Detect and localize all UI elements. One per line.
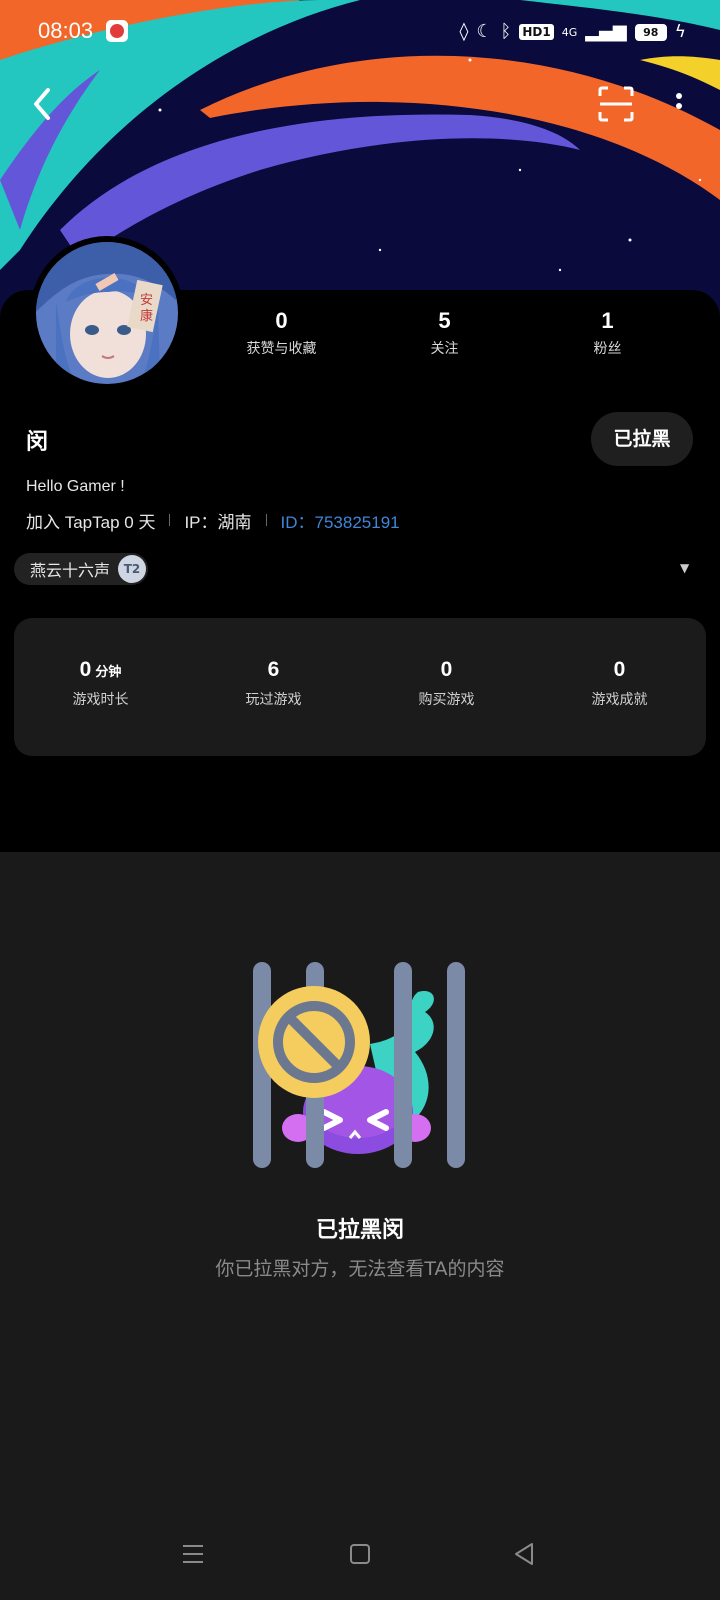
level-badge-icon: T2 (118, 555, 147, 583)
chevron-left-icon (34, 88, 50, 120)
blocked-description: 你已拉黑对方，无法查看TA的内容 (215, 1258, 505, 1280)
status-icons: ◊ ☾ ᛒ HD1 4G ▂▄▆ 98 ϟ (460, 20, 687, 44)
divider (265, 514, 267, 526)
stat-value: 1 (601, 308, 614, 333)
status-bar: 08:03 ◊ ☾ ᛒ HD1 4G ▂▄▆ 98 ϟ (0, 0, 720, 64)
game-stat-value: 0 (79, 658, 92, 681)
game-stat-achievements[interactable]: 0 游戏成就 (533, 618, 706, 756)
ip-location: IP：湖南 (184, 512, 252, 532)
stat-label: 粉丝 (593, 341, 622, 357)
more-button[interactable] (664, 84, 694, 124)
stat-value: 0 (275, 308, 288, 333)
stat-following[interactable]: 5 关注 (363, 308, 526, 358)
home-icon[interactable] (350, 1544, 370, 1564)
battery-indicator: 98 (634, 23, 667, 41)
signal-icon: ▂▄▆ (585, 21, 627, 42)
blocked-button[interactable]: 已拉黑 (591, 412, 693, 466)
stat-likes[interactable]: 0 获赞与收藏 (200, 308, 363, 358)
game-stat-played[interactable]: 6 玩过游戏 (187, 618, 360, 756)
system-nav-bar (0, 1522, 720, 1600)
svg-text:康: 康 (140, 308, 153, 324)
scan-button[interactable] (596, 84, 636, 124)
game-stat-label: 游戏时长 (72, 692, 129, 708)
avatar-image: 安 康 (36, 242, 178, 384)
user-bio: Hello Gamer ! (26, 478, 125, 495)
user-meta: 加入 TapTap 0 天 IP：湖南 ID：753825191 (26, 508, 400, 532)
blocked-illustration (240, 932, 480, 1182)
game-stat-playtime[interactable]: 0 分钟 游戏时长 (14, 618, 187, 756)
game-stat-value: 0 (440, 658, 453, 681)
jail-mascot-icon (253, 962, 465, 1168)
status-time: 08:03 (38, 18, 94, 43)
scan-icon (598, 86, 634, 122)
notification-app-icon (106, 20, 128, 42)
game-stat-label: 游戏成就 (591, 692, 648, 708)
blocked-title: 已拉黑闵 (315, 1218, 404, 1243)
stat-followers[interactable]: 1 粉丝 (526, 308, 689, 358)
game-tag-label: 燕云十六声 (30, 561, 111, 580)
back-button[interactable] (24, 84, 64, 124)
back-triangle-icon[interactable] (512, 1540, 536, 1568)
profile-stats: 0 获赞与收藏 5 关注 1 粉丝 (200, 308, 720, 358)
menu-icon[interactable] (182, 1542, 204, 1566)
water-drop-icon: ◊ (459, 21, 469, 42)
game-stat-label: 购买游戏 (418, 692, 475, 708)
game-stat-label: 玩过游戏 (245, 692, 302, 708)
avatar[interactable]: 安 康 (30, 236, 184, 390)
anime-avatar-illustration: 安 康 (36, 242, 178, 384)
blocked-content-area: 已拉黑闵 你已拉黑对方，无法查看TA的内容 (0, 852, 720, 1522)
divider (169, 514, 171, 526)
stat-label: 获赞与收藏 (246, 341, 317, 357)
game-stats-card: 0 分钟 游戏时长 6 玩过游戏 0 购买游戏 0 游戏成就 (14, 618, 706, 756)
user-name: 闵 (26, 430, 49, 455)
game-stat-purchased[interactable]: 0 购买游戏 (360, 618, 533, 756)
hd-badge: HD1 (519, 24, 554, 40)
network-icon: 4G (561, 25, 578, 39)
game-stat-value: 0 (613, 658, 626, 681)
stat-value: 5 (438, 308, 451, 333)
game-stat-value: 6 (267, 658, 280, 681)
user-id[interactable]: ID：753825191 (281, 508, 400, 533)
bluetooth-icon: ᛒ (500, 21, 512, 42)
charging-icon: ϟ (674, 22, 686, 42)
game-tag-chip[interactable]: 燕云十六声 T2 (14, 553, 149, 585)
svg-text:安: 安 (140, 293, 153, 308)
more-vertical-icon (676, 93, 682, 109)
expand-arrow-icon[interactable]: ▼ (680, 561, 689, 575)
joined-days: 加入 TapTap 0 天 (26, 512, 156, 532)
moon-icon: ☾ (476, 21, 493, 42)
game-stat-unit: 分钟 (95, 665, 122, 680)
stat-label: 关注 (430, 341, 459, 357)
